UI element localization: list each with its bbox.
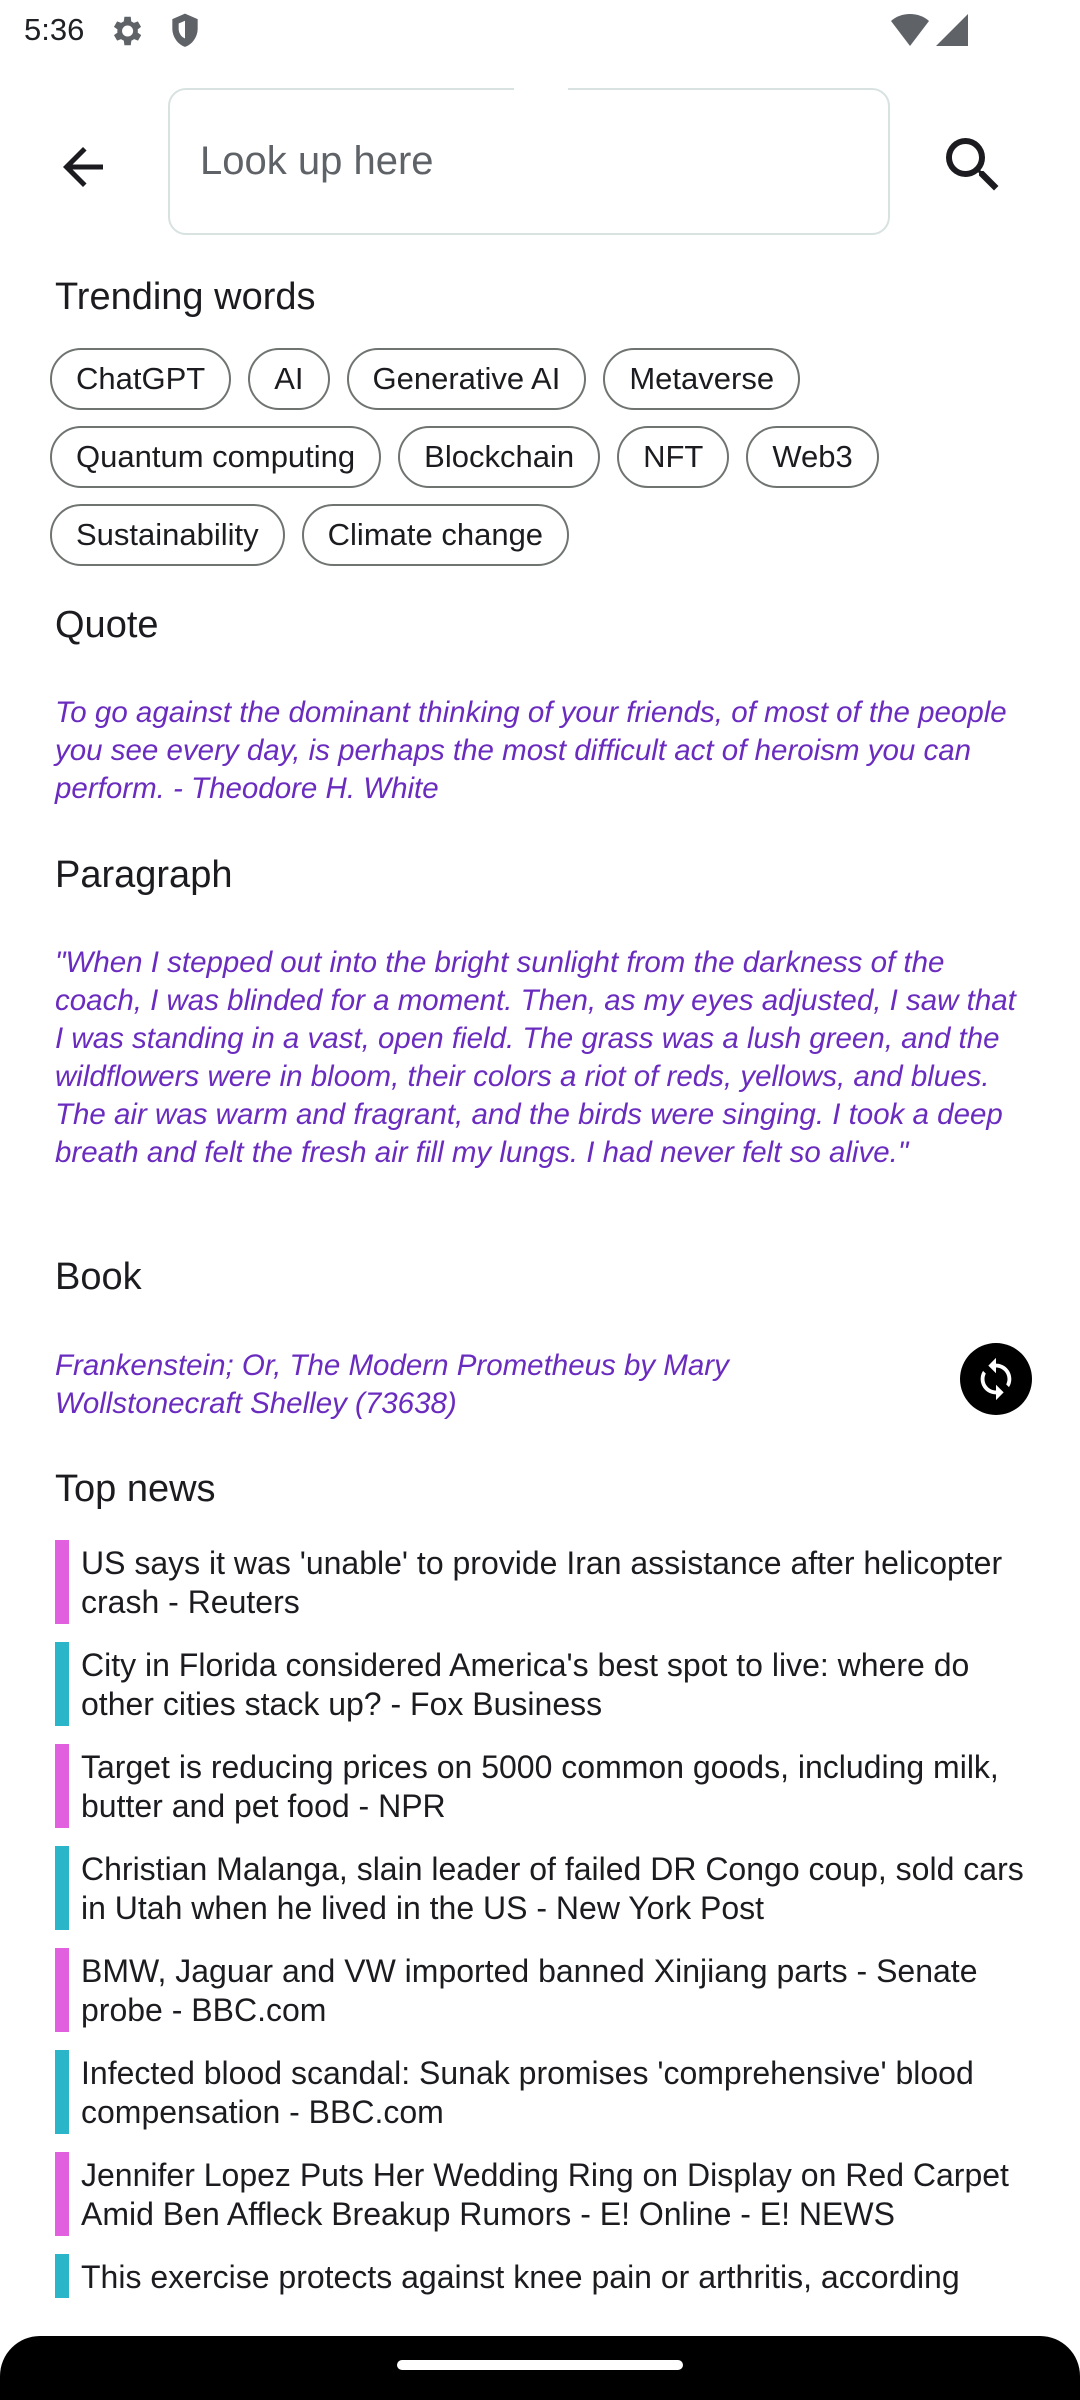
quote-title: Quote — [55, 604, 159, 646]
news-accent-bar — [55, 2050, 69, 2134]
chip-row: Sustainability Climate change — [50, 504, 1050, 566]
chip-sustainability[interactable]: Sustainability — [50, 504, 285, 566]
status-bar: 5:36 — [0, 0, 1080, 62]
quote-text: To go against the dominant thinking of y… — [55, 696, 1007, 805]
news-headline: Christian Malanga, slain leader of faile… — [81, 1851, 1024, 1926]
search-field[interactable] — [168, 86, 890, 235]
refresh-icon — [980, 1357, 1012, 1401]
search-header — [0, 86, 1080, 238]
news-headline: US says it was 'unable' to provide Iran … — [81, 1545, 1003, 1620]
news-title: Top news — [55, 1468, 216, 1510]
news-headline: Infected blood scandal: Sunak promises '… — [81, 2055, 974, 2130]
chip-nft[interactable]: NFT — [617, 426, 730, 488]
news-list: US says it was 'unable' to provide Iran … — [55, 1540, 1045, 2356]
news-headline: Jennifer Lopez Puts Her Wedding Ring on … — [81, 2157, 1009, 2232]
chip-generative-ai[interactable]: Generative AI — [346, 348, 587, 410]
chip-blockchain[interactable]: Blockchain — [398, 426, 601, 488]
news-accent-bar — [55, 2254, 69, 2298]
news-accent-bar — [55, 1744, 69, 1828]
shield-icon — [168, 12, 202, 55]
news-accent-bar — [55, 1540, 69, 1624]
news-item[interactable]: BMW, Jaguar and VW imported banned Xinji… — [55, 1948, 1045, 2050]
chip-quantum-computing[interactable]: Quantum computing — [50, 426, 382, 488]
chip-ai[interactable]: AI — [248, 348, 330, 410]
news-accent-bar — [55, 1846, 69, 1930]
news-item[interactable]: Jennifer Lopez Puts Her Wedding Ring on … — [55, 2152, 1045, 2254]
book-title: Book — [55, 1256, 142, 1298]
trending-title: Trending words — [55, 276, 316, 318]
chip-row: ChatGPT AI Generative AI Metaverse — [50, 348, 1050, 410]
back-button[interactable] — [40, 124, 126, 210]
news-item[interactable]: Infected blood scandal: Sunak promises '… — [55, 2050, 1045, 2152]
news-headline: City in Florida considered America's bes… — [81, 1647, 970, 1722]
news-accent-bar — [55, 2152, 69, 2236]
news-headline: BMW, Jaguar and VW imported banned Xinji… — [81, 1953, 978, 2028]
home-gesture-handle[interactable] — [397, 2360, 683, 2370]
wifi-icon — [890, 12, 930, 53]
chip-web3[interactable]: Web3 — [746, 426, 879, 488]
gear-icon — [107, 12, 145, 55]
search-icon — [946, 138, 999, 191]
status-time: 5:36 — [24, 12, 85, 47]
signal-icon — [934, 12, 970, 53]
book-text: Frankenstein; Or, The Modern Prometheus … — [55, 1349, 729, 1420]
search-input[interactable] — [200, 90, 860, 233]
back-arrow-icon — [63, 147, 103, 187]
chip-metaverse[interactable]: Metaverse — [603, 348, 801, 410]
search-button[interactable] — [928, 120, 1018, 210]
paragraph-text: "When I stepped out into the bright sunl… — [55, 946, 1016, 1169]
news-item[interactable]: City in Florida considered America's bes… — [55, 1642, 1045, 1744]
refresh-book-button[interactable] — [960, 1343, 1032, 1415]
news-item[interactable]: Christian Malanga, slain leader of faile… — [55, 1846, 1045, 1948]
paragraph-title: Paragraph — [55, 854, 233, 896]
chip-climate-change[interactable]: Climate change — [301, 504, 570, 566]
chip-row: Quantum computing Blockchain NFT Web3 — [50, 426, 1050, 488]
trending-chips: ChatGPT AI Generative AI Metaverse Quant… — [50, 348, 1050, 582]
news-headline: This exercise protects against knee pain… — [81, 2259, 960, 2295]
chip-chatgpt[interactable]: ChatGPT — [50, 348, 232, 410]
news-accent-bar — [55, 1642, 69, 1726]
news-item[interactable]: US says it was 'unable' to provide Iran … — [55, 1540, 1045, 1642]
news-item[interactable]: Target is reducing prices on 5000 common… — [55, 1744, 1045, 1846]
news-accent-bar — [55, 1948, 69, 2032]
news-headline: Target is reducing prices on 5000 common… — [81, 1749, 999, 1824]
